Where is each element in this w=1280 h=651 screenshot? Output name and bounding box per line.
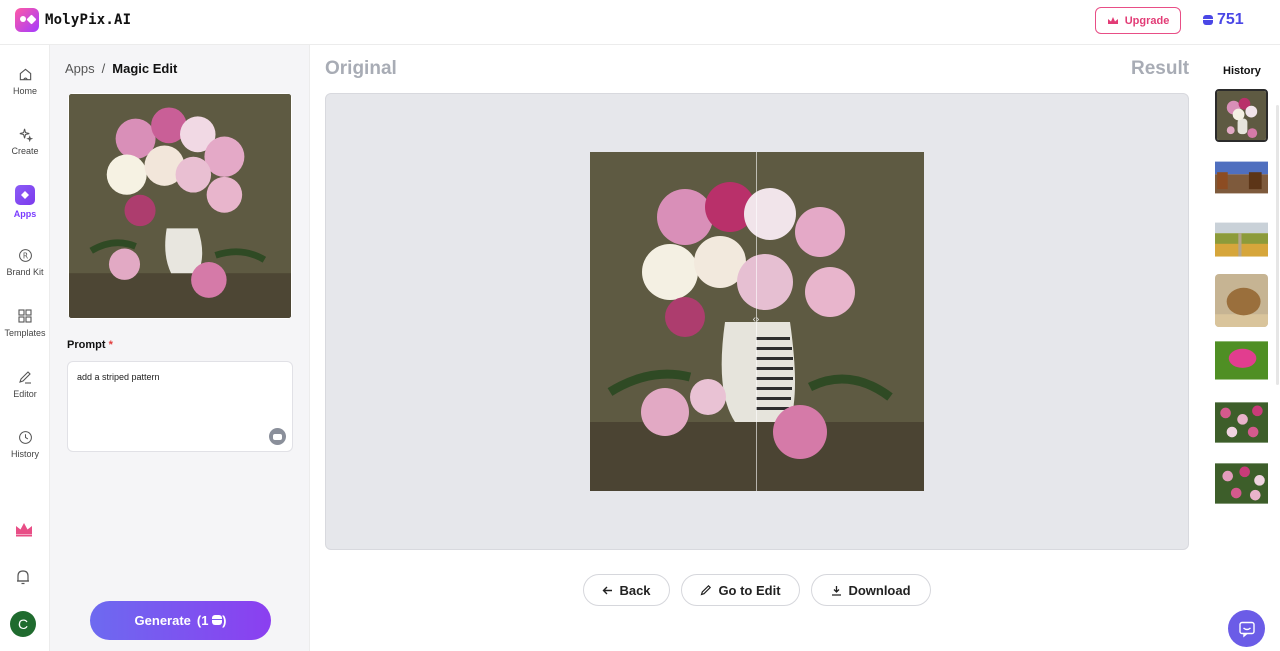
logo-mark-icon	[15, 8, 39, 32]
nav-brand-kit[interactable]: R Brand Kit	[0, 247, 50, 277]
history-thumbnail[interactable]	[1215, 457, 1268, 510]
chat-support-button[interactable]	[1228, 610, 1265, 647]
nav-home-label: Home	[12, 86, 37, 96]
comparison-canvas: ‹›	[325, 93, 1189, 550]
back-label: Back	[619, 582, 651, 598]
prompt-label-text: Prompt	[67, 339, 106, 351]
download-label: Download	[848, 582, 911, 598]
go-to-edit-button[interactable]: Go to Edit	[681, 574, 800, 606]
prompt-input[interactable]: add a striped pattern	[68, 362, 292, 451]
nav-apps-label: Apps	[13, 209, 37, 219]
brand-kit-icon: R	[17, 247, 33, 263]
download-button[interactable]: Download	[811, 574, 931, 606]
generate-label: Generate	[134, 613, 191, 628]
before-after-image[interactable]: ‹›	[590, 152, 924, 491]
nav-templates-label: Templates	[4, 328, 46, 338]
generate-button[interactable]: Generate (1 )	[90, 601, 271, 640]
pencil-icon	[17, 369, 33, 385]
nav-create[interactable]: Create	[0, 126, 50, 156]
upgrade-label: Upgrade	[1124, 14, 1170, 27]
compare-handle-icon[interactable]: ‹›	[746, 312, 766, 326]
history-thumbnail[interactable]	[1215, 335, 1268, 388]
generate-cost-value: (1	[196, 613, 209, 628]
original-label: Original	[325, 58, 397, 79]
nav-history[interactable]: History	[0, 429, 50, 459]
home-icon	[17, 66, 33, 82]
nav-templates[interactable]: Templates	[0, 308, 50, 338]
edit-icon	[701, 584, 712, 596]
history-thumbnail[interactable]	[1215, 274, 1268, 327]
bell-icon[interactable]	[14, 568, 32, 591]
clock-icon	[17, 429, 33, 445]
chat-icon	[1238, 621, 1255, 637]
source-image-thumbnail[interactable]	[68, 93, 292, 319]
credits-balance[interactable]: 751	[1203, 11, 1244, 29]
breadcrumb-current: Magic Edit	[112, 61, 178, 76]
nav-editor-label: Editor	[13, 389, 37, 399]
premium-crown-icon[interactable]	[15, 521, 33, 542]
avatar[interactable]: C	[10, 611, 36, 637]
prompt-label: Prompt *	[67, 339, 113, 351]
generate-cost-suffix: )	[222, 613, 227, 628]
app-logo[interactable]: MolyPix.AI	[15, 8, 131, 32]
top-bar: MolyPix.AI Upgrade 751	[0, 0, 1280, 45]
sparkle-icon	[17, 126, 33, 142]
history-panel: History	[1197, 45, 1280, 651]
arrow-left-icon	[602, 586, 613, 594]
generate-cost: (1 )	[197, 613, 227, 628]
result-label: Result	[1131, 58, 1190, 79]
credits-value: 751	[1217, 11, 1244, 28]
history-thumbnail[interactable]	[1215, 151, 1268, 204]
history-scrollbar[interactable]	[1276, 105, 1279, 385]
required-mark: *	[108, 339, 113, 351]
back-button[interactable]: Back	[583, 574, 670, 606]
app-name: MolyPix.AI	[45, 12, 132, 28]
breadcrumb-parent[interactable]: Apps	[65, 61, 95, 76]
apps-icon	[15, 185, 35, 205]
templates-icon	[17, 308, 33, 324]
go-to-edit-label: Go to Edit	[718, 582, 781, 598]
history-thumbnail[interactable]	[1215, 396, 1268, 449]
prompt-field[interactable]: add a striped pattern	[67, 361, 293, 452]
nav-apps[interactable]: Apps	[0, 185, 50, 219]
upgrade-button[interactable]: Upgrade	[1095, 7, 1181, 34]
nav-create-label: Create	[11, 146, 39, 156]
side-nav: Home Create Apps R Brand Kit Templates E…	[0, 45, 50, 651]
nav-editor[interactable]: Editor	[0, 369, 50, 399]
history-thumbnail[interactable]	[1215, 89, 1268, 142]
breadcrumb: Apps / Magic Edit	[65, 61, 177, 76]
credit-coin-icon	[1203, 15, 1213, 25]
crown-icon	[1107, 16, 1118, 24]
credit-coin-icon	[212, 615, 223, 625]
robot-assist-icon[interactable]	[269, 428, 286, 445]
nav-brand-kit-label: Brand Kit	[6, 267, 44, 277]
nav-home[interactable]: Home	[0, 66, 50, 96]
breadcrumb-separator: /	[101, 61, 106, 76]
tool-panel: Apps / Magic Edit Prompt * add a striped…	[50, 45, 310, 651]
download-icon	[832, 585, 842, 596]
history-thumbnail[interactable]	[1215, 212, 1268, 265]
svg-text:R: R	[22, 251, 27, 260]
nav-history-label: History	[10, 449, 39, 459]
history-title: History	[1223, 65, 1261, 77]
